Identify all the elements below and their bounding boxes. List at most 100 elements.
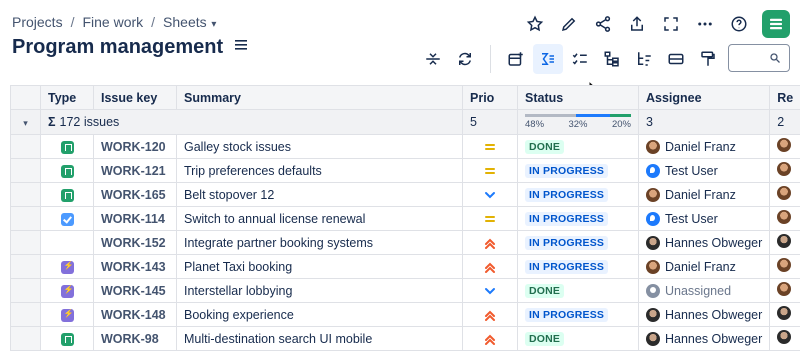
prio-cell[interactable] xyxy=(462,158,518,183)
issue-key[interactable]: WORK-145 xyxy=(93,278,177,303)
reporter-cell[interactable] xyxy=(769,182,800,207)
status-cell[interactable]: IN PROGRESS xyxy=(517,182,639,207)
summary-cell[interactable]: Planet Taxi booking xyxy=(176,254,463,279)
issue-key[interactable]: WORK-148 xyxy=(93,302,177,327)
summary-cell[interactable]: Interstellar lobbying xyxy=(176,278,463,303)
table-row[interactable]: WORK-152 Integrate partner booking syste… xyxy=(10,230,800,255)
breadcrumb-projects[interactable]: Projects xyxy=(12,14,63,30)
reporter-cell[interactable] xyxy=(769,302,800,327)
table-row[interactable]: WORK-98 Multi-destination search UI mobi… xyxy=(10,326,800,351)
row-handle[interactable] xyxy=(10,302,41,327)
status-cell[interactable]: DONE xyxy=(517,326,639,351)
app-logo[interactable] xyxy=(762,10,790,38)
expand-toggle[interactable]: ▾ xyxy=(10,109,41,135)
issue-key[interactable]: WORK-114 xyxy=(93,206,177,231)
column-header-type[interactable]: Type xyxy=(40,85,94,110)
summary-cell[interactable]: Switch to annual license renewal xyxy=(176,206,463,231)
export-icon[interactable] xyxy=(622,10,652,38)
status-cell[interactable]: IN PROGRESS xyxy=(517,254,639,279)
row-handle[interactable] xyxy=(10,134,41,159)
fullscreen-icon[interactable] xyxy=(656,10,686,38)
issue-key[interactable]: WORK-120 xyxy=(93,134,177,159)
sum-icon[interactable] xyxy=(533,44,563,74)
reporter-cell[interactable] xyxy=(769,158,800,183)
breadcrumb-sheets[interactable]: Sheets ▾ xyxy=(163,14,216,30)
row-handle[interactable] xyxy=(10,278,41,303)
issue-key[interactable]: WORK-98 xyxy=(93,326,177,351)
issue-key[interactable]: WORK-143 xyxy=(93,254,177,279)
assignee-cell[interactable]: Daniel Franz xyxy=(637,134,771,159)
table-row[interactable]: WORK-148 Booking experience IN PROGRESS … xyxy=(10,302,800,327)
issue-key[interactable]: WORK-152 xyxy=(93,230,177,255)
status-cell[interactable]: DONE xyxy=(517,278,639,303)
summary-cell[interactable]: Belt stopover 12 xyxy=(176,182,463,207)
issue-key[interactable]: WORK-121 xyxy=(93,158,177,183)
add-view-icon[interactable] xyxy=(501,44,531,74)
row-handle[interactable] xyxy=(10,182,41,207)
more-icon[interactable] xyxy=(690,10,720,38)
breadcrumb-fine-work[interactable]: Fine work xyxy=(82,14,143,30)
table-row[interactable]: WORK-165 Belt stopover 12 IN PROGRESS Da… xyxy=(10,182,800,207)
pencil-icon[interactable] xyxy=(554,10,584,38)
row-handle[interactable] xyxy=(10,158,41,183)
status-cell[interactable]: IN PROGRESS xyxy=(517,302,639,327)
prio-cell[interactable] xyxy=(462,206,518,231)
reporter-cell[interactable] xyxy=(769,230,800,255)
summary-cell[interactable]: Trip preferences defaults xyxy=(176,158,463,183)
assignee-cell[interactable]: Test User xyxy=(637,158,771,183)
column-header-status[interactable]: Status xyxy=(517,85,639,110)
card-icon[interactable] xyxy=(661,44,691,74)
assignee-cell[interactable]: Daniel Franz xyxy=(637,254,771,279)
status-cell[interactable]: DONE xyxy=(517,134,639,159)
share-icon[interactable] xyxy=(588,10,618,38)
column-header-prio[interactable]: Prio xyxy=(462,85,518,110)
prio-cell[interactable] xyxy=(462,230,518,255)
assignee-cell[interactable]: Hannes Obweger xyxy=(637,326,771,351)
row-handle[interactable] xyxy=(10,230,41,255)
prio-cell[interactable] xyxy=(462,278,518,303)
status-cell[interactable]: IN PROGRESS xyxy=(517,230,639,255)
table-row[interactable]: WORK-121 Trip preferences defaults IN PR… xyxy=(10,158,800,183)
assignee-cell[interactable]: Unassigned xyxy=(637,278,771,303)
table-row[interactable]: WORK-145 Interstellar lobbying DONE Unas… xyxy=(10,278,800,303)
search-input[interactable] xyxy=(728,44,790,72)
hierarchy-icon[interactable] xyxy=(597,44,627,74)
format-paint-icon[interactable] xyxy=(693,44,723,74)
menu-lines-icon[interactable] xyxy=(233,37,249,58)
star-icon[interactable] xyxy=(520,10,550,38)
collapse-rows-icon[interactable] xyxy=(418,44,448,74)
assignee-cell[interactable]: Test User xyxy=(637,206,771,231)
issue-key[interactable]: WORK-165 xyxy=(93,182,177,207)
prio-cell[interactable] xyxy=(462,254,518,279)
reporter-cell[interactable] xyxy=(769,134,800,159)
prio-cell[interactable] xyxy=(462,326,518,351)
summary-cell[interactable]: Integrate partner booking systems xyxy=(176,230,463,255)
assignee-cell[interactable]: Hannes Obweger xyxy=(637,302,771,327)
prio-cell[interactable] xyxy=(462,134,518,159)
row-handle[interactable] xyxy=(10,254,41,279)
reporter-cell[interactable] xyxy=(769,326,800,351)
table-row[interactable]: WORK-143 Planet Taxi booking IN PROGRESS… xyxy=(10,254,800,279)
reporter-cell[interactable] xyxy=(769,254,800,279)
prio-cell[interactable] xyxy=(462,182,518,207)
status-cell[interactable]: IN PROGRESS xyxy=(517,206,639,231)
column-header-reporter[interactable]: Re xyxy=(769,85,800,110)
assignee-cell[interactable]: Hannes Obweger xyxy=(637,230,771,255)
reporter-cell[interactable] xyxy=(769,278,800,303)
table-row[interactable]: WORK-120 Galley stock issues DONE Daniel… xyxy=(10,134,800,159)
reporter-cell[interactable] xyxy=(769,206,800,231)
column-header-summary[interactable]: Summary xyxy=(176,85,463,110)
column-header-issue-key[interactable]: Issue key xyxy=(93,85,177,110)
row-handle[interactable] xyxy=(10,206,41,231)
refresh-icon[interactable] xyxy=(450,44,480,74)
table-row[interactable]: WORK-114 Switch to annual license renewa… xyxy=(10,206,800,231)
hierarchy-sort-icon[interactable] xyxy=(629,44,659,74)
checklist-icon[interactable] xyxy=(565,44,595,74)
column-header-assignee[interactable]: Assignee xyxy=(637,85,771,110)
summary-cell[interactable]: Multi-destination search UI mobile xyxy=(176,326,463,351)
row-handle[interactable] xyxy=(10,326,41,351)
help-icon[interactable] xyxy=(724,10,754,38)
summary-cell[interactable]: Galley stock issues xyxy=(176,134,463,159)
prio-cell[interactable] xyxy=(462,302,518,327)
summary-cell[interactable]: Booking experience xyxy=(176,302,463,327)
